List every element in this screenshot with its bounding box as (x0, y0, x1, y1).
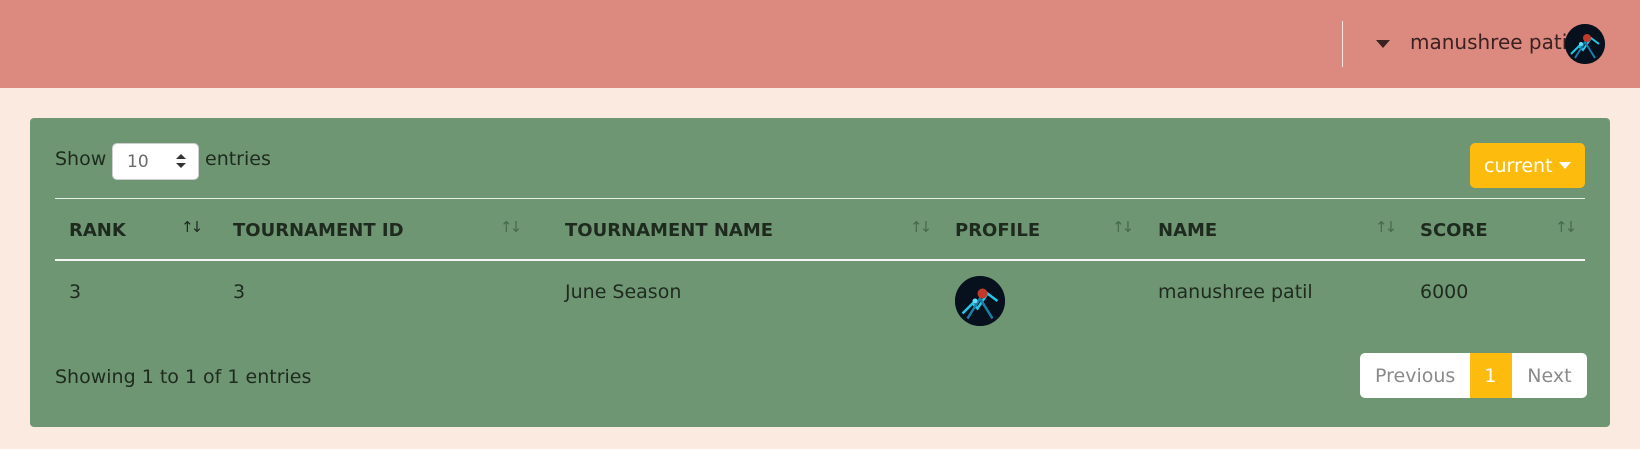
cell-score: 6000 (1420, 281, 1469, 303)
top-navbar: manushree patil (0, 0, 1640, 88)
caret-down-icon (1559, 162, 1571, 169)
page-length-value: 10 (127, 152, 149, 172)
cell-name: manushree patil (1158, 281, 1313, 303)
user-name[interactable]: manushree patil (1410, 30, 1573, 54)
page-length-select[interactable]: 10 (112, 143, 199, 180)
pagination: Previous 1 Next (1360, 353, 1587, 398)
current-filter-label: current (1484, 155, 1553, 177)
entries-label: entries (205, 148, 271, 170)
page-button-1[interactable]: 1 (1470, 353, 1513, 398)
column-header-name[interactable]: NAME (1158, 220, 1217, 241)
sort-icon[interactable]: ↑↓ (1375, 218, 1397, 236)
column-header-score[interactable]: SCORE (1420, 220, 1488, 241)
previous-page-button[interactable]: Previous (1360, 353, 1470, 398)
show-label: Show (55, 148, 107, 170)
cell-rank: 3 (69, 281, 82, 303)
profile-avatar (955, 276, 1005, 326)
next-page-button[interactable]: Next (1512, 353, 1586, 398)
leaderboard-card: Show 10 entries current RANK ↑↓ TOURNAME… (30, 118, 1610, 427)
column-header-rank[interactable]: RANK (69, 220, 126, 241)
column-header-tournament-name[interactable]: TOURNAMENT NAME (565, 220, 773, 241)
user-avatar[interactable] (1565, 24, 1605, 64)
user-menu-caret-down-icon[interactable] (1376, 40, 1390, 48)
column-header-profile[interactable]: PROFILE (955, 220, 1040, 241)
cell-tournament-name: June Season (565, 281, 682, 303)
select-updown-icon (176, 154, 186, 170)
current-filter-button[interactable]: current (1470, 143, 1585, 188)
navbar-divider (1342, 21, 1343, 67)
sort-asc-icon[interactable]: ↑↓ (181, 218, 203, 236)
sort-icon[interactable]: ↑↓ (500, 218, 522, 236)
table-top-border (55, 198, 1585, 199)
sort-icon[interactable]: ↑↓ (1112, 218, 1134, 236)
table-info: Showing 1 to 1 of 1 entries (55, 366, 312, 388)
cell-tournament-id: 3 (233, 281, 246, 303)
column-header-tournament-id[interactable]: TOURNAMENT ID (233, 220, 404, 241)
table-header-border (55, 259, 1585, 261)
sort-icon[interactable]: ↑↓ (910, 218, 932, 236)
sort-icon[interactable]: ↑↓ (1555, 218, 1577, 236)
